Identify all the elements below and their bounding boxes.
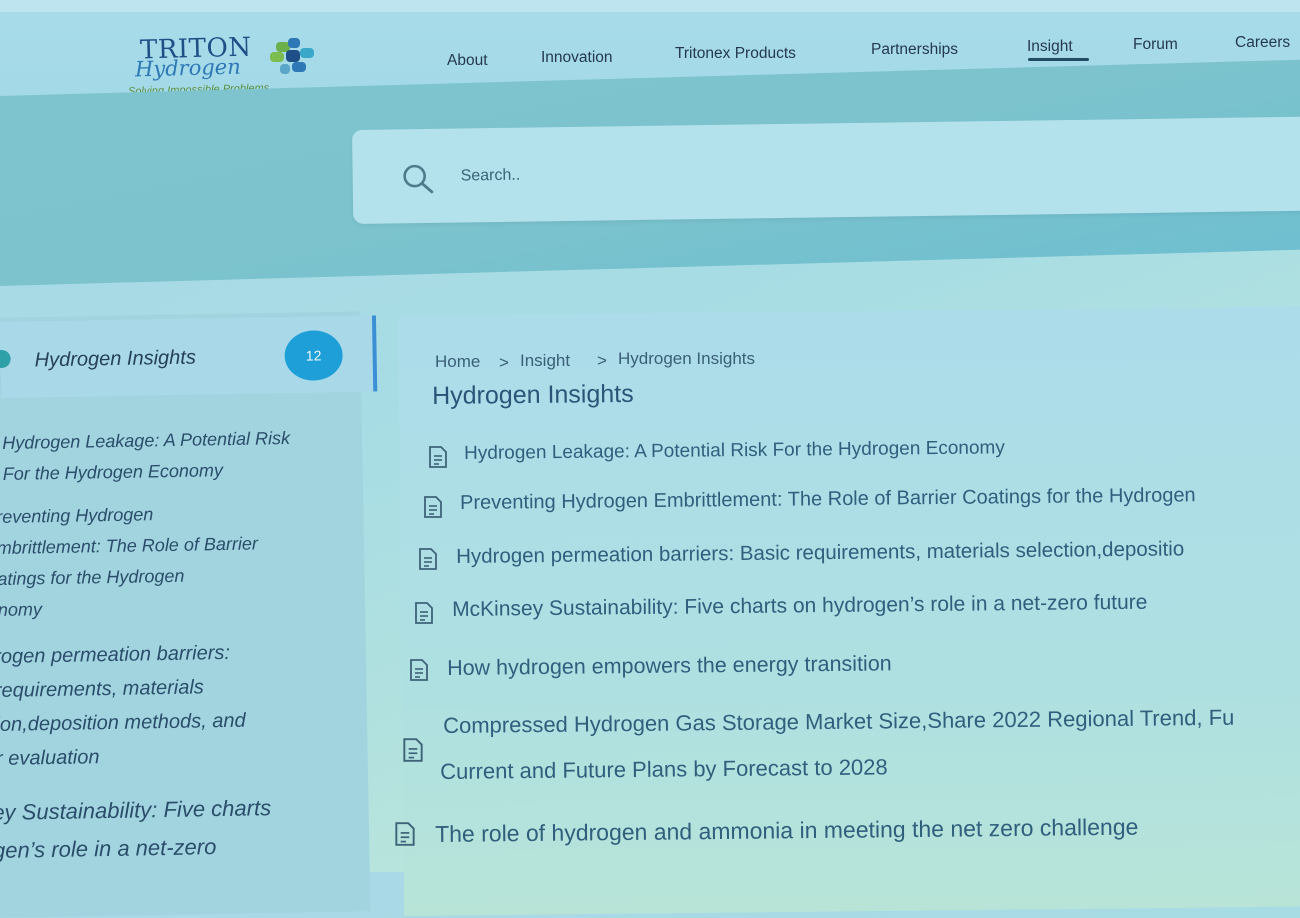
breadcrumb-separator: > [499,353,509,372]
document-icon [395,822,415,846]
search-icon[interactable] [400,163,434,195]
molecule-logo-icon [270,38,314,74]
document-icon [415,602,433,624]
nav-insight[interactable]: Insight [1027,38,1073,56]
nav-innovation[interactable]: Innovation [541,49,613,67]
top-bar [0,0,1300,12]
search-input[interactable] [458,150,1063,195]
breadcrumb-separator: > [597,351,607,370]
sidebar-article-link[interactable]: reventing Hydrogen mbrittlement: The Rol… [0,497,259,626]
sidebar-article-link[interactable]: ey Sustainability: Five charts gen’s rol… [0,789,272,870]
breadcrumb-insight[interactable]: Insight [520,351,570,371]
document-icon [410,659,428,681]
sidebar-category-header[interactable]: Hydrogen Insights 12 [0,315,378,398]
document-icon [419,548,437,570]
article-link-continued[interactable]: Current and Future Plans by Forecast to … [440,754,888,785]
document-icon [424,496,442,518]
brand-name-line2: Hydrogen [134,54,241,82]
page-title: Hydrogen Insights [432,379,634,410]
article-count-badge: 12 [284,330,344,382]
nav-forum[interactable]: Forum [1133,36,1178,54]
search-bar[interactable] [352,116,1300,224]
nav-partnerships[interactable]: Partnerships [871,41,958,59]
breadcrumb-home[interactable]: Home [435,352,480,372]
sidebar-article-link[interactable]: rogen permeation barriers: requirements,… [0,636,247,776]
breadcrumb-current: Hydrogen Insights [618,349,756,368]
nav-about[interactable]: About [447,52,488,70]
document-icon [403,738,423,762]
nav-active-indicator [1028,58,1089,61]
category-icon [0,349,11,369]
sidebar-article-link[interactable]: Hydrogen Leakage: A Potential Risk For t… [2,423,291,490]
document-icon [429,446,447,468]
nav-careers[interactable]: Careers [1235,34,1290,52]
sidebar-heading: Hydrogen Insights [34,346,197,372]
article-link[interactable]: How hydrogen empowers the energy transit… [447,651,892,681]
nav-tritonex-products[interactable]: Tritonex Products [675,45,796,63]
